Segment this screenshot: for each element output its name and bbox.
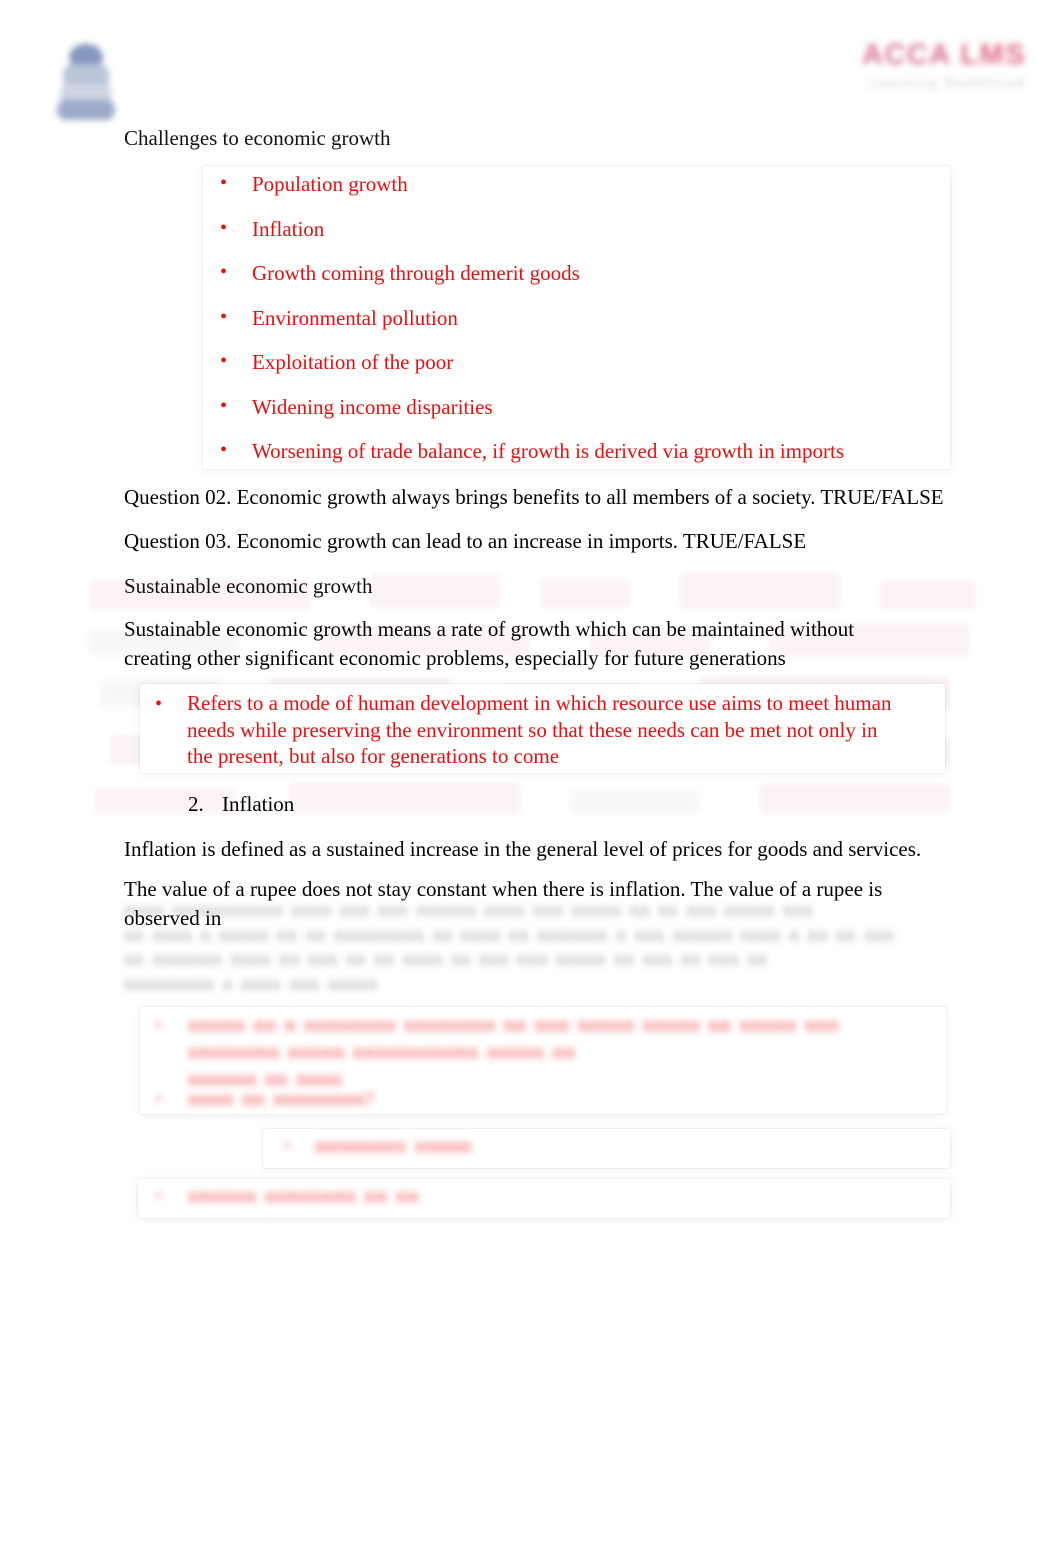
blurred-paragraph-line: nnnnnnnnn n nnnn nnn nnnnn bbox=[124, 973, 378, 995]
list-item: • Environmental pollution bbox=[220, 305, 940, 332]
blurred-paragraph-line: nnnn nnnnnnnnnnn nnnn nnn nnn nnnnnn nnn… bbox=[124, 900, 814, 921]
question-02: Question 02. Economic growth always brin… bbox=[124, 485, 944, 509]
list-item-label: Population growth bbox=[252, 172, 408, 196]
brand-logo-accent: LMS bbox=[960, 39, 1026, 71]
bullet-icon: • bbox=[155, 1015, 162, 1036]
blurred-paragraph: nnnn nnnnnnnnnnn nnnn nnn nnn nnnnnn nnn… bbox=[124, 899, 924, 997]
list-item: • Population growth bbox=[220, 171, 940, 198]
brand-logo: ACCA LMS Learning Redefined bbox=[816, 40, 1026, 102]
list-item: • Widening income disparities bbox=[220, 394, 940, 421]
bullet-icon: • bbox=[220, 261, 228, 283]
inflation-definition: Inflation is defined as a sustained incr… bbox=[124, 837, 922, 861]
document-page: ACCA LMS Learning Redefined Challenges t… bbox=[0, 0, 1062, 1556]
sustainable-growth-heading: Sustainable economic growth bbox=[124, 574, 373, 598]
bullet-icon: • bbox=[155, 1089, 162, 1110]
blurred-red-line: nnnnn nn n nnnnnnnn nnnnnnnn nn nnn nnnn… bbox=[188, 1014, 840, 1063]
blurred-paragraph-line: nn nnnnnnn nnnn nn nnn nn nn nnnn nn nnn… bbox=[124, 949, 768, 970]
list-item-label: Inflation bbox=[252, 216, 325, 241]
challenges-bullet-list: • Population growth • Inflation • Growth… bbox=[220, 171, 940, 465]
brand-logo-primary: ACCA bbox=[862, 39, 951, 71]
blurred-red-card-2-text: nnnnnnnn nnnnn bbox=[315, 1135, 472, 1157]
inflation-list-label: Inflation bbox=[222, 792, 295, 816]
institution-logo-icon bbox=[55, 36, 117, 124]
blurred-red-card-3-text: nnnnnn nnnnnnnn nn nn bbox=[188, 1185, 419, 1207]
bullet-icon: • bbox=[220, 350, 228, 372]
blurred-red-card-1-subtext: nnnn nn nnnnnnnn? bbox=[188, 1088, 375, 1110]
list-item-label: Growth coming through demerit goods bbox=[252, 261, 580, 285]
list-item-label: Environmental pollution bbox=[252, 305, 458, 330]
bullet-icon: • bbox=[220, 172, 228, 194]
sustainable-bullet-text: Refers to a mode of human development in… bbox=[187, 691, 892, 768]
list-item-label: Widening income disparities bbox=[252, 394, 493, 419]
list-item: • Growth coming through demerit goods bbox=[220, 260, 940, 287]
sustainable-growth-paragraph: Sustainable economic growth means a rate… bbox=[124, 617, 855, 670]
brand-logo-wordmark: ACCA LMS bbox=[816, 40, 1026, 70]
inflation-list-number: 2. bbox=[188, 792, 204, 816]
bullet-icon: • bbox=[155, 693, 163, 715]
question-03: Question 03. Economic growth can lead to… bbox=[124, 529, 807, 553]
brand-logo-tagline: Learning Redefined bbox=[869, 75, 1026, 91]
list-item-label: Exploitation of the poor bbox=[252, 350, 454, 374]
bullet-icon: • bbox=[220, 216, 228, 239]
blurred-paragraph-line: nn nnnn n nnnnn nn nn nnnnnnnnn nn nnnn … bbox=[124, 924, 895, 946]
list-item-label: Worsening of trade balance, if growth is… bbox=[252, 439, 844, 463]
bullet-icon: • bbox=[220, 305, 228, 328]
bullet-icon: • bbox=[284, 1136, 291, 1157]
list-item: • Worsening of trade balance, if growth … bbox=[220, 438, 940, 465]
blurred-red-card-1-text: nnnnn nn n nnnnnnnn nnnnnnnn nn nnn nnnn… bbox=[188, 1012, 918, 1093]
list-item: • Inflation bbox=[220, 216, 940, 243]
bullet-icon: • bbox=[220, 394, 228, 417]
bullet-icon: • bbox=[220, 439, 228, 461]
challenges-heading: Challenges to economic growth bbox=[124, 126, 391, 150]
list-item: • Exploitation of the poor bbox=[220, 349, 940, 376]
bullet-icon: • bbox=[155, 1186, 162, 1207]
